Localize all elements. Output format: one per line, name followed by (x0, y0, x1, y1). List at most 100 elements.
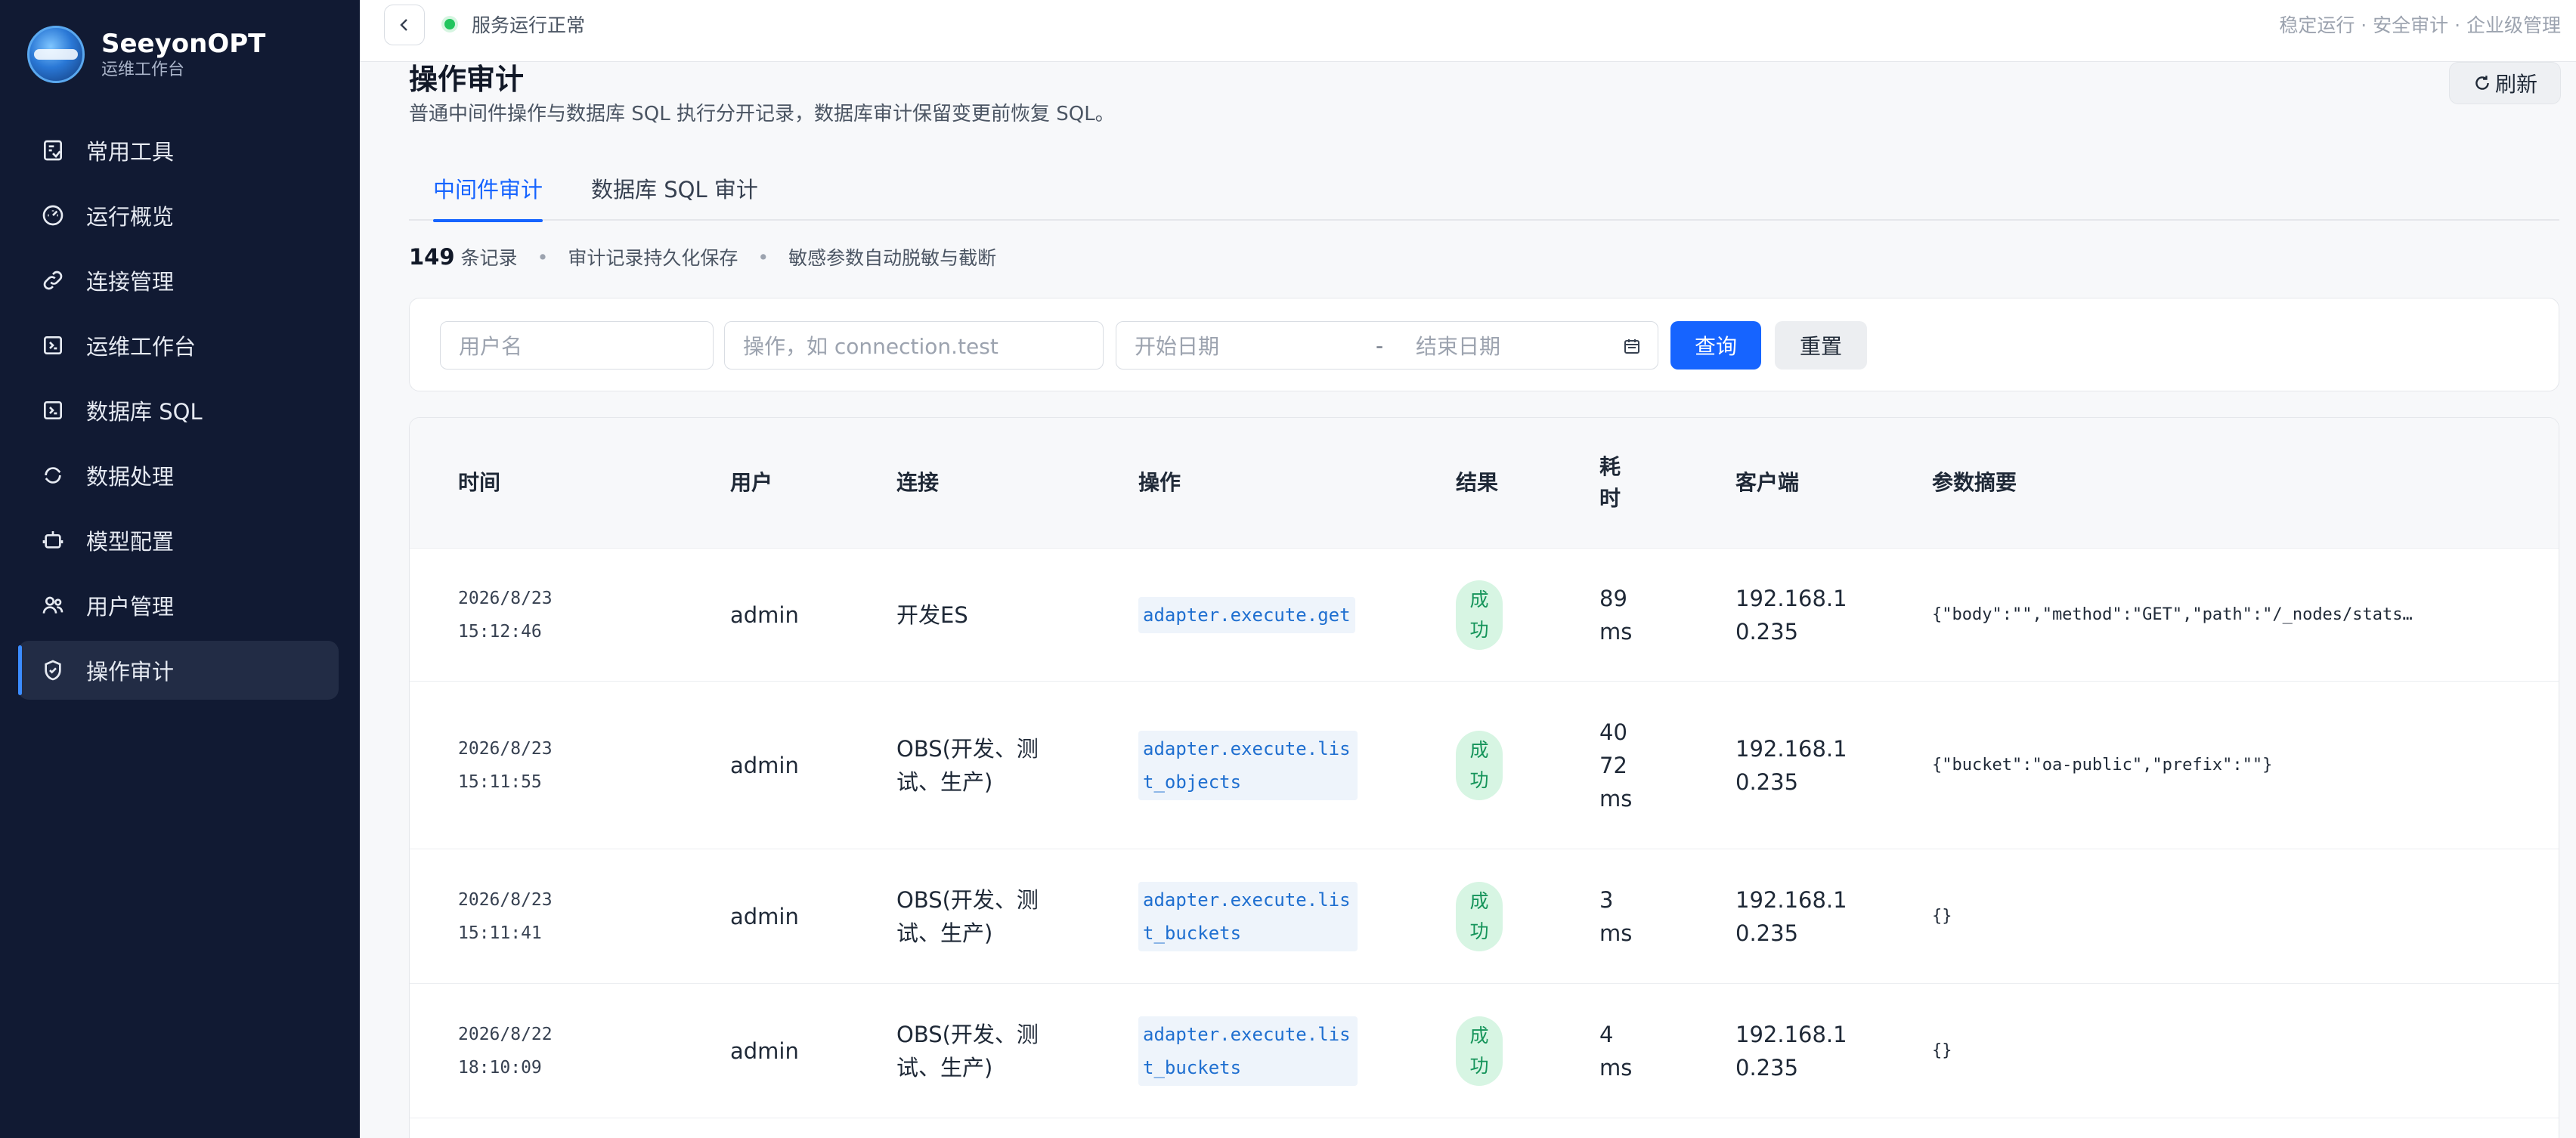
cell-result: 成功 (1456, 984, 1503, 1118)
operation-input[interactable]: 操作，如 connection.test (724, 321, 1104, 370)
toolbox-icon (41, 138, 65, 162)
robot-icon (41, 528, 65, 552)
refresh-button[interactable]: 刷新 (2448, 62, 2561, 104)
sidebar-item-tools[interactable]: 常用工具 (18, 121, 339, 180)
cell-duration: 3 ms (1599, 886, 1633, 946)
summary-bar: 149 条记录 • 审计记录持久化保存 • 敏感参数自动脱敏与截断 (409, 243, 996, 271)
cell-client: 192.168.10.235 (1735, 585, 1847, 645)
operation-placeholder: 操作，如 connection.test (743, 334, 999, 359)
cell-params: {} (1932, 906, 1952, 926)
calendar-icon[interactable] (1623, 337, 1641, 355)
end-date-field[interactable]: 结束日期 (1416, 330, 1635, 360)
audit-tabs: 中间件审计 数据库 SQL 审计 (409, 156, 2559, 222)
dot-separator: • (757, 246, 769, 268)
cell-connection: OBS(开发、测试、生产) (896, 886, 1039, 946)
table-row[interactable]: 2026/8/23 15:12:46 admin 开发ES adapter.ex… (410, 548, 2559, 681)
cell-operation: adapter.execute.list_objects (1138, 682, 1358, 849)
dashboard-icon (41, 203, 65, 227)
table-row[interactable]: 2026/8/23 15:11:55 admin OBS(开发、测试、生产) a… (410, 681, 2559, 849)
sidebar-item-label: 常用工具 (86, 139, 175, 165)
cell-time: 2026/8/23 15:11:55 (458, 738, 553, 792)
cell-user: admin (730, 1037, 799, 1064)
sidebar-item-audit[interactable]: 操作审计 (18, 641, 339, 700)
sidebar-item-user-management[interactable]: 用户管理 (18, 576, 339, 635)
cell-client: 192.168.10.235 (1735, 1021, 1847, 1081)
terminal-icon (41, 333, 65, 357)
service-status-text: 服务运行正常 (472, 14, 586, 36)
cell-params: {"bucket":"oa-public","prefix":""} (1932, 755, 2273, 775)
cell-user: admin (730, 752, 799, 778)
sidebar-item-data-processing[interactable]: 数据处理 (18, 446, 339, 505)
dot-separator: • (537, 246, 549, 268)
query-button[interactable]: 查询 (1670, 321, 1761, 370)
date-separator: - (1375, 332, 1384, 358)
cell-user: admin (730, 903, 799, 929)
main-content: 操作审计 普通中间件操作与数据库 SQL 执行分开记录，数据库审计保留变更前恢复… (360, 62, 2576, 1138)
brand[interactable]: SeeyonOPT 运维工作台 (27, 26, 265, 83)
record-count-unit: 条记录 (460, 247, 518, 269)
cell-duration: 89 ms (1599, 585, 1633, 645)
back-button[interactable] (384, 5, 425, 45)
reset-button[interactable]: 重置 (1775, 321, 1867, 370)
result-badge: 成功 (1456, 730, 1503, 800)
sidebar-item-label: 模型配置 (86, 529, 175, 555)
tab-database-sql-audit[interactable]: 数据库 SQL 审计 (591, 156, 758, 221)
table-row[interactable]: 2026/8/22 18:10:09 admin OBS(开发、测试、生产) a… (410, 983, 2559, 1118)
result-badge: 成功 (1456, 1016, 1503, 1086)
cell-connection: OBS(开发、测试、生产) (896, 735, 1039, 795)
sidebar-item-label: 运维工作台 (86, 334, 197, 360)
shield-check-icon (41, 658, 65, 682)
cell-params: {} (1932, 1041, 1952, 1060)
username-placeholder: 用户名 (459, 334, 523, 359)
sidebar-item-database-sql[interactable]: 数据库 SQL (18, 381, 339, 440)
cell-duration: 4 ms (1599, 1021, 1633, 1081)
sidebar-item-ops-workbench[interactable]: 运维工作台 (18, 316, 339, 375)
cell-client: 192.168.10.235 (1735, 886, 1847, 946)
chevron-left-icon (400, 19, 407, 31)
sidebar-item-label: 连接管理 (86, 269, 175, 295)
status-dot-icon (444, 19, 455, 29)
result-badge: 成功 (1456, 580, 1503, 650)
table-row[interactable] (410, 1118, 2559, 1138)
sidebar-item-connections[interactable]: 连接管理 (18, 251, 339, 310)
refresh-cycle-icon (41, 463, 65, 487)
sidebar-item-label: 数据库 SQL (86, 399, 203, 425)
page-title: 操作审计 (409, 63, 525, 96)
start-date-field[interactable]: 开始日期 (1135, 330, 1361, 360)
sidebar-item-label: 运行概览 (86, 204, 175, 230)
cell-operation: adapter.execute.get (1138, 549, 1358, 681)
summary-note-persist: 审计记录持久化保存 (568, 247, 738, 269)
logo-icon (27, 26, 85, 83)
cell-params: {"body":"","method":"GET","path":"/_node… (1932, 605, 2413, 624)
column-header-result: 结果 (1456, 470, 1499, 495)
column-header-operation: 操作 (1138, 470, 1181, 495)
sidebar: SeeyonOPT 运维工作台 常用工具 运行概览 连接管理 运维工作台 数据库… (0, 0, 360, 1138)
topbar-tagline: 稳定运行 · 安全审计 · 企业级管理 (2279, 14, 2561, 36)
refresh-icon (2475, 76, 2489, 90)
service-status: 服务运行正常 (444, 11, 585, 38)
cell-result: 成功 (1456, 849, 1503, 983)
table-row[interactable]: 2026/8/23 15:11:41 admin OBS(开发、测试、生产) a… (410, 849, 2559, 983)
cell-result: 成功 (1456, 549, 1503, 681)
cell-client: 192.168.10.235 (1735, 735, 1847, 795)
record-count: 149 (409, 244, 455, 270)
table-header: 时间 用户 连接 操作 结果 耗时 客户端 参数摘要 (410, 418, 2559, 548)
column-header-time: 时间 (458, 470, 501, 495)
username-input[interactable]: 用户名 (440, 321, 714, 370)
sidebar-nav: 常用工具 运行概览 连接管理 运维工作台 数据库 SQL 数据处理 模型配置 用… (18, 121, 339, 706)
brand-subtitle: 运维工作台 (101, 60, 185, 79)
column-header-params: 参数摘要 (1932, 470, 2017, 495)
link-icon (41, 268, 65, 292)
cell-duration: 4072 ms (1599, 719, 1633, 812)
cell-connection: 开发ES (896, 601, 968, 628)
sidebar-item-model-config[interactable]: 模型配置 (18, 511, 339, 570)
date-range-picker[interactable]: 开始日期 - 结束日期 (1116, 321, 1658, 370)
cell-operation: adapter.execute.list_buckets (1138, 984, 1358, 1118)
tab-middleware-audit[interactable]: 中间件审计 (433, 156, 543, 222)
cell-connection: OBS(开发、测试、生产) (896, 1021, 1039, 1081)
sidebar-item-overview[interactable]: 运行概览 (18, 186, 339, 245)
result-badge: 成功 (1456, 881, 1503, 951)
audit-table: 时间 用户 连接 操作 结果 耗时 客户端 参数摘要 2026/8/23 15:… (409, 417, 2559, 1138)
brand-title: SeeyonOPT (101, 29, 266, 59)
column-header-connection: 连接 (896, 470, 940, 495)
